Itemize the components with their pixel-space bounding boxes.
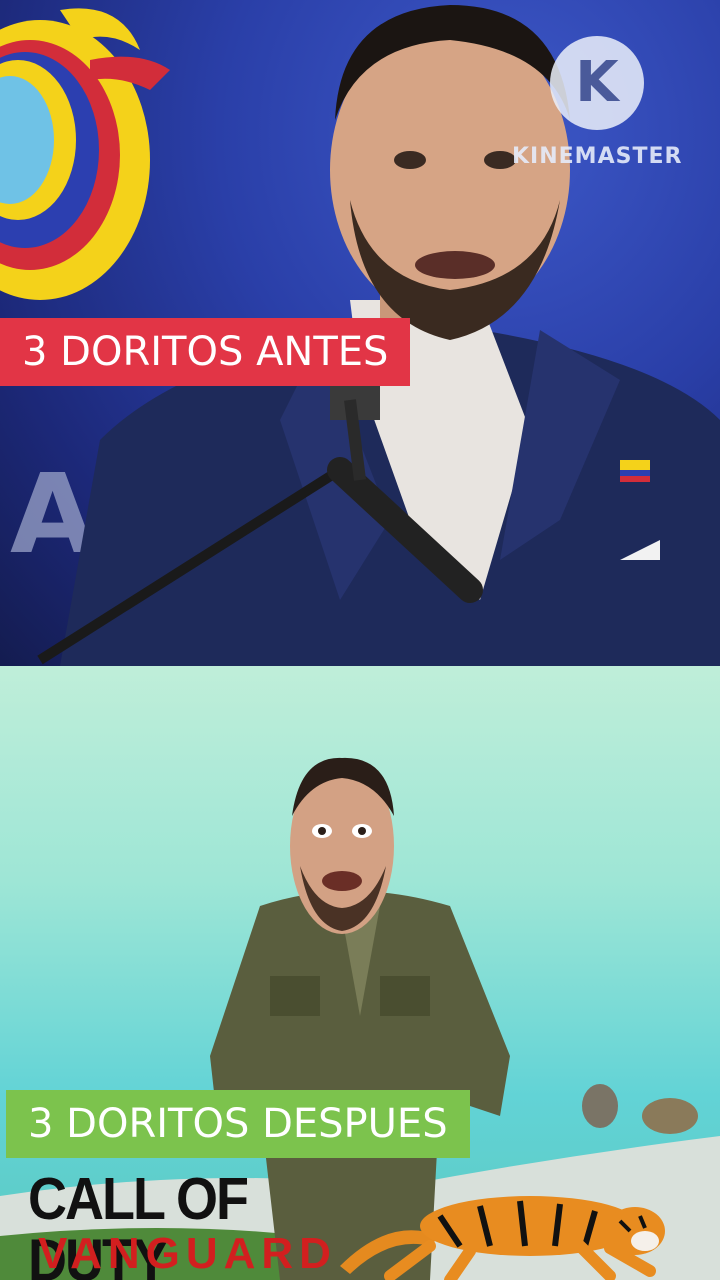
caption-after: 3 DORITOS DESPUES	[6, 1090, 470, 1158]
call-of-duty-vanguard-logo: CALL OF DUTY VANGUARD	[28, 1168, 331, 1280]
kinemaster-logo-letter: K	[575, 50, 619, 115]
bottom-video-panel: CALL OF DUTY VANGUARD	[0, 666, 720, 1280]
tiger-icon	[340, 1196, 665, 1280]
logo-line-2: VANGUARD	[38, 1229, 337, 1278]
kinemaster-watermark: K KINEMASTER	[512, 36, 682, 186]
microphone-stand	[37, 380, 483, 665]
kinemaster-k-icon: K	[550, 36, 644, 130]
caption-before: 3 DORITOS ANTES	[0, 318, 411, 386]
kinemaster-text: KINEMASTER	[512, 144, 683, 169]
top-video-panel: AR K	[0, 0, 720, 666]
